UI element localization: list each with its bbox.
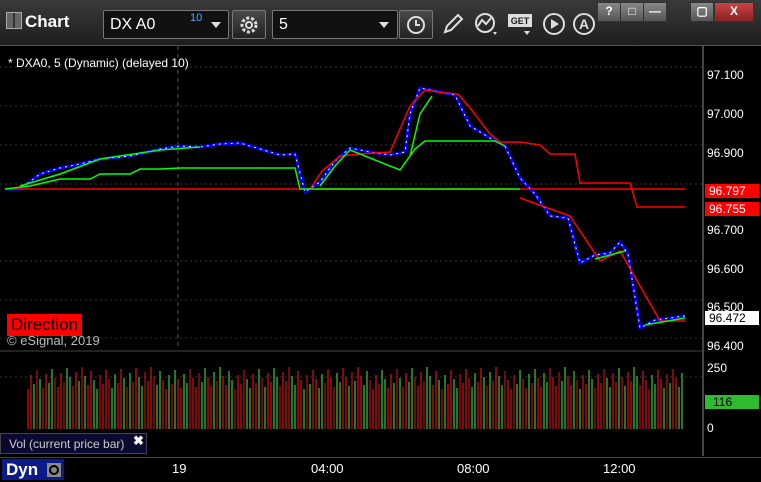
price-tick-label: 96.600 (707, 262, 744, 276)
last-price-tag: 96.472 (705, 311, 759, 325)
price-chart[interactable] (0, 46, 761, 456)
symbol-delay-badge: 10 (190, 12, 203, 24)
volume-tick-label: 250 (707, 361, 728, 375)
clock-icon (407, 15, 425, 34)
chevron-down-icon[interactable] (379, 22, 389, 28)
interval-value: 5 (279, 16, 288, 33)
volume-panel-label: Vol (current price bar) (0, 433, 147, 454)
maximize-button[interactable]: ▢ (690, 2, 714, 22)
chevron-down-icon[interactable] (211, 22, 221, 28)
symbol-input[interactable]: DX A0 10 (103, 10, 229, 39)
time-tick-label: 19 (172, 461, 187, 476)
copyright-label: © eSignal, 2019 (7, 333, 100, 348)
play-icon[interactable] (541, 11, 567, 37)
get-data-icon[interactable]: GET (507, 12, 535, 38)
green-trend-line (19, 146, 201, 187)
price-tick-label: 97.100 (707, 68, 744, 82)
time-tick-label: 04:00 (311, 461, 344, 476)
time-tick-label: 08:00 (457, 461, 490, 476)
close-button[interactable]: X (714, 2, 754, 22)
window-title: Chart (25, 12, 70, 31)
price-bars (5, 86, 686, 331)
price-tick-label: 97.000 (707, 107, 744, 121)
pencil-icon[interactable] (441, 12, 465, 36)
study-label: * DXA0, 5 (Dynamic) (delayed 10) (8, 56, 189, 70)
toolbar: Chart DX A0 10 5 GET A ? □ — ▢ X (0, 0, 761, 46)
time-axis[interactable] (0, 457, 761, 482)
interval-input[interactable]: 5 (272, 10, 398, 39)
red-line-price-tag: 96.797 (705, 184, 759, 198)
study-icon[interactable] (473, 12, 501, 38)
price-tick-label: 96.900 (707, 146, 744, 160)
green-stop-line (4, 167, 520, 190)
time-tick-label: 12:00 (603, 461, 636, 476)
svg-text:A: A (579, 16, 589, 32)
time-mode-button[interactable]: Dyn (2, 459, 64, 480)
price-bars-up (5, 87, 686, 329)
volume-value-tag: 116 (705, 395, 759, 409)
alert-icon[interactable]: A (571, 11, 597, 37)
svg-text:GET: GET (511, 16, 530, 26)
volume-tick-label: 0 (707, 421, 714, 435)
chart-window-icon (6, 12, 22, 29)
symbol-value: DX A0 (110, 16, 156, 33)
red-line-price-tag: 96.755 (705, 202, 759, 216)
help-button[interactable]: ? (597, 2, 621, 22)
price-tick-label: 96.400 (707, 339, 744, 353)
close-icon[interactable]: ✖ (133, 433, 144, 449)
price-tick-label: 96.700 (707, 223, 744, 237)
time-mode-label: Dyn (6, 460, 39, 479)
clock-button[interactable] (399, 10, 433, 39)
link-icon (47, 463, 61, 477)
gear-icon (240, 16, 258, 33)
app-title: Chart (6, 12, 69, 32)
restore-button[interactable]: □ (620, 2, 644, 22)
settings-button[interactable] (232, 10, 266, 39)
red-trend-line (519, 197, 685, 322)
tile-button[interactable]: — (643, 2, 667, 22)
